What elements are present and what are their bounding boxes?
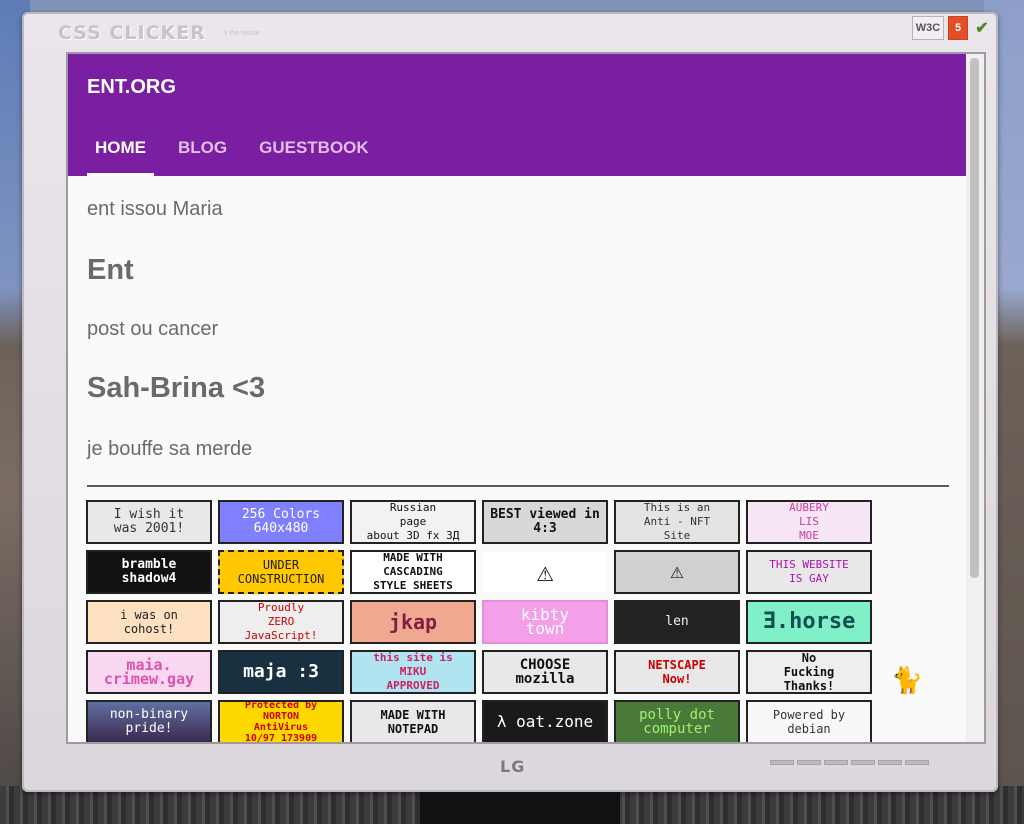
heading: Sah-Brina <3 <box>87 372 266 404</box>
app-bar: ENT.ORG HOME BLOG GUESTBOOK <box>68 54 968 176</box>
cat-icon: 🐈 <box>890 664 924 695</box>
badge-button[interactable]: Russian page about 3D fx 3Д <box>350 500 476 544</box>
bezel-icons: W3C 5 ✔ <box>912 16 992 40</box>
badge-button[interactable]: This is an Anti - NFT Site <box>614 500 740 544</box>
html5-icon[interactable]: 5 <box>948 16 968 40</box>
badge-button[interactable]: i was on cohost! <box>86 600 212 644</box>
control-button[interactable] <box>851 760 875 765</box>
badge-button[interactable]: λ oat.zone <box>482 700 608 742</box>
badge-button[interactable]: bramble shadow4 <box>86 550 212 594</box>
monitor-controls <box>770 752 970 778</box>
badge-button[interactable]: len <box>614 600 740 644</box>
badge-button[interactable]: AUBERY LIS MOE <box>746 500 872 544</box>
control-button[interactable] <box>824 760 848 765</box>
divider <box>87 485 949 487</box>
scrollbar-thumb[interactable] <box>970 58 979 578</box>
badge-button[interactable]: BEST viewed in 4:3 <box>482 500 608 544</box>
badge-button[interactable]: UNDER CONSTRUCTION <box>218 550 344 594</box>
nav-tabs: HOME BLOG GUESTBOOK <box>87 138 393 176</box>
control-button[interactable] <box>770 760 794 765</box>
badge-button[interactable]: Proudly ZERO JavaScript! <box>218 600 344 644</box>
badge-button[interactable]: polly dot computer <box>614 700 740 742</box>
badge-button[interactable]: 256 Colors 640x480 <box>218 500 344 544</box>
badge-button[interactable]: MADE WITH CASCADING STYLE SHEETS <box>350 550 476 594</box>
tab-guestbook[interactable]: GUESTBOOK <box>251 138 377 176</box>
heading: Ent <box>87 254 134 286</box>
bezel-title: CSS CLICKER <box>58 22 206 44</box>
badge-button[interactable]: CHOOSE mozilla <box>482 650 608 694</box>
lg-logo: LG <box>500 757 526 776</box>
warning-icon[interactable]: ⚠ <box>614 550 740 594</box>
badge-button[interactable]: Ǝ.horse <box>746 600 872 644</box>
badge-button[interactable]: kibty town <box>482 600 608 644</box>
badge-button[interactable]: this site is MIKU APPROVED <box>350 650 476 694</box>
paragraph: ent issou Maria <box>87 198 223 220</box>
paragraph: post ou cancer <box>87 318 219 340</box>
badge-button[interactable]: maia. crimew.gay <box>86 650 212 694</box>
paragraph: je bouffe sa merde <box>87 438 253 460</box>
badge-button[interactable]: I wish it was 2001! <box>86 500 212 544</box>
tab-home[interactable]: HOME <box>87 138 154 176</box>
tab-blog[interactable]: BLOG <box>170 138 235 176</box>
badge-button[interactable]: non-binary pride! <box>86 700 212 742</box>
badge-button[interactable]: Powered by debian <box>746 700 872 742</box>
badge-button[interactable]: Protected by NORTON AntiVirus 10/97 1739… <box>218 700 344 742</box>
browser-viewport: ENT.ORG HOME BLOG GUESTBOOK ent issou Ma… <box>66 52 986 744</box>
control-button[interactable] <box>797 760 821 765</box>
scrollbar[interactable] <box>966 54 984 742</box>
control-button[interactable] <box>905 760 929 765</box>
monitor-stand <box>420 792 620 824</box>
site-title[interactable]: ENT.ORG <box>87 76 176 99</box>
badge-button[interactable]: MADE WITH NOTEPAD <box>350 700 476 742</box>
control-button[interactable] <box>878 760 902 765</box>
w3c-icon[interactable]: W3C <box>912 16 944 40</box>
badge-button[interactable]: NETSCAPE Now! <box>614 650 740 694</box>
badge-button[interactable]: No Fucking Thanks! <box>746 650 872 694</box>
badge-button[interactable]: jkap <box>350 600 476 644</box>
badge-button[interactable]: THIS WEBSITE IS GAY <box>746 550 872 594</box>
warning-icon[interactable]: ⚠ <box>482 550 608 594</box>
badge-button[interactable]: maja :3 <box>218 650 344 694</box>
bezel-subtitle: v the sense <box>224 30 260 37</box>
check-icon[interactable]: ✔ <box>972 16 992 40</box>
